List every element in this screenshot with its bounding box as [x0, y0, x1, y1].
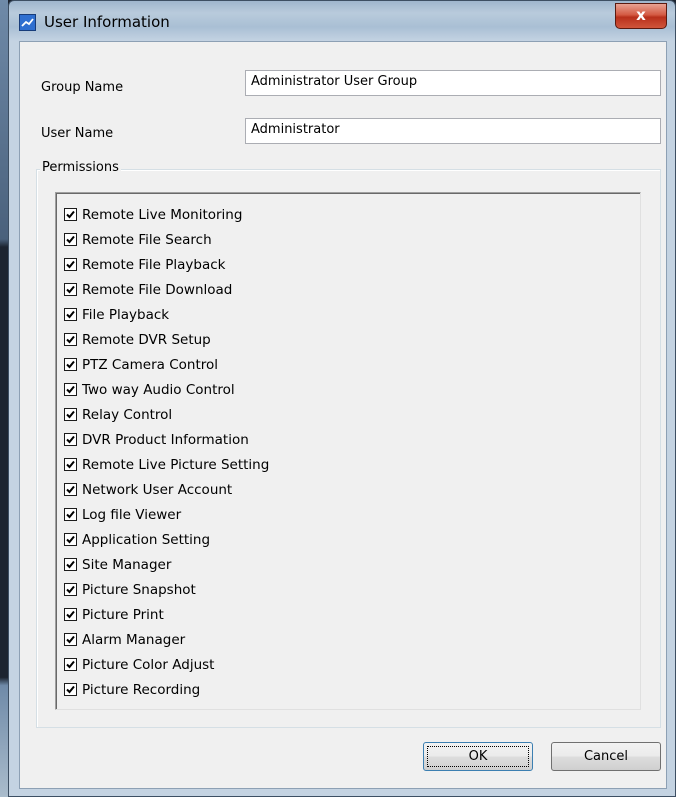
checkbox[interactable]	[64, 258, 77, 271]
permission-item[interactable]: Alarm Manager	[64, 627, 185, 652]
checkmark-icon	[66, 460, 75, 469]
permission-item[interactable]: DVR Product Information	[64, 427, 249, 452]
permission-item[interactable]: Remote File Search	[64, 227, 212, 252]
permission-item[interactable]: Remote Live Picture Setting	[64, 452, 269, 477]
permission-item[interactable]: Remote Live Monitoring	[64, 202, 242, 227]
checkbox[interactable]	[64, 433, 77, 446]
permission-label: Picture Print	[82, 606, 164, 623]
background-window-edge	[0, 0, 8, 797]
checkbox[interactable]	[64, 508, 77, 521]
checkbox[interactable]	[64, 483, 77, 496]
permission-label: Application Setting	[82, 531, 211, 548]
permission-label: Picture Snapshot	[82, 581, 196, 598]
app-icon	[19, 14, 36, 31]
checkbox[interactable]	[64, 633, 77, 646]
permission-label: Remote File Search	[82, 231, 212, 248]
checkmark-icon	[66, 435, 75, 444]
permission-item[interactable]: Picture Color Adjust	[64, 652, 214, 677]
permission-label: Site Manager	[82, 556, 172, 573]
checkmark-icon	[66, 685, 75, 694]
checkbox[interactable]	[64, 308, 77, 321]
permission-label: File Playback	[82, 306, 170, 323]
permission-label: DVR Product Information	[82, 431, 249, 448]
checkbox[interactable]	[64, 558, 77, 571]
permission-label: Picture Recording	[82, 681, 201, 698]
permission-label: Relay Control	[82, 406, 173, 423]
checkmark-icon	[66, 360, 75, 369]
checkbox[interactable]	[64, 608, 77, 621]
permission-item[interactable]: Site Manager	[64, 552, 171, 577]
user-information-dialog: User Information x Group Name Administra…	[8, 0, 676, 797]
permissions-legend: Permissions	[40, 160, 121, 175]
permission-item[interactable]: Application Setting	[64, 527, 210, 552]
checkbox[interactable]	[64, 583, 77, 596]
permission-label: Two way Audio Control	[82, 381, 235, 398]
permission-label: Remote DVR Setup	[82, 331, 211, 348]
permission-item[interactable]: Remote File Playback	[64, 252, 226, 277]
permission-item[interactable]: Remote DVR Setup	[64, 327, 211, 352]
checkbox[interactable]	[64, 233, 77, 246]
checkmark-icon	[66, 285, 75, 294]
permission-label: Network User Account	[82, 481, 233, 498]
user-name-label: User Name	[41, 126, 114, 141]
checkbox[interactable]	[64, 383, 77, 396]
checkmark-icon	[66, 485, 75, 494]
checkmark-icon	[66, 585, 75, 594]
permission-item[interactable]: File Playback	[64, 302, 169, 327]
checkbox[interactable]	[64, 283, 77, 296]
checkbox[interactable]	[64, 658, 77, 671]
permission-item[interactable]: Relay Control	[64, 402, 172, 427]
checkmark-icon	[66, 410, 75, 419]
permission-item[interactable]: PTZ Camera Control	[64, 352, 218, 377]
title-bar[interactable]: User Information x	[9, 1, 675, 41]
checkmark-icon	[66, 260, 75, 269]
checkbox[interactable]	[64, 533, 77, 546]
checkmark-icon	[66, 635, 75, 644]
ok-button[interactable]: OK	[423, 742, 533, 771]
ok-button-label: OK	[427, 746, 529, 767]
permissions-list: Remote Live Monitoring Remote File Search…	[55, 192, 641, 710]
permission-item[interactable]: Network User Account	[64, 477, 232, 502]
permission-item[interactable]: Remote File Download	[64, 277, 232, 302]
checkbox[interactable]	[64, 358, 77, 371]
checkmark-icon	[66, 310, 75, 319]
permission-label: Remote File Playback	[82, 256, 226, 273]
checkbox[interactable]	[64, 683, 77, 696]
permission-item[interactable]: Picture Recording	[64, 677, 200, 702]
permission-label: Picture Color Adjust	[82, 656, 215, 673]
checkmark-icon	[66, 335, 75, 344]
permission-item[interactable]: Two way Audio Control	[64, 377, 235, 402]
permission-item[interactable]: Picture Print	[64, 602, 164, 627]
permission-label: Log file Viewer	[82, 506, 182, 523]
permission-item[interactable]: Log file Viewer	[64, 502, 181, 527]
cancel-button[interactable]: Cancel	[551, 742, 661, 771]
permission-item[interactable]: Picture Snapshot	[64, 577, 196, 602]
checkbox[interactable]	[64, 408, 77, 421]
checkmark-icon	[66, 660, 75, 669]
checkmark-icon	[66, 385, 75, 394]
permission-label: Remote File Download	[82, 281, 233, 298]
close-icon: x	[636, 6, 646, 24]
group-name-field[interactable]: Administrator User Group	[245, 70, 661, 96]
permission-label: PTZ Camera Control	[82, 356, 218, 373]
dialog-client-area: Group Name Administrator User Group User…	[19, 41, 667, 789]
checkmark-icon	[66, 610, 75, 619]
permission-label: Remote Live Picture Setting	[82, 456, 270, 473]
checkbox[interactable]	[64, 208, 77, 221]
group-name-label: Group Name	[41, 80, 124, 95]
checkmark-icon	[66, 210, 75, 219]
checkbox[interactable]	[64, 458, 77, 471]
checkbox[interactable]	[64, 333, 77, 346]
user-name-field[interactable]: Administrator	[245, 118, 661, 144]
checkmark-icon	[66, 535, 75, 544]
checkmark-icon	[66, 560, 75, 569]
permission-label: Remote Live Monitoring	[82, 206, 243, 223]
permission-label: Alarm Manager	[82, 631, 186, 648]
close-button[interactable]: x	[615, 3, 667, 29]
checkmark-icon	[66, 235, 75, 244]
window-title: User Information	[44, 13, 170, 31]
checkmark-icon	[66, 510, 75, 519]
